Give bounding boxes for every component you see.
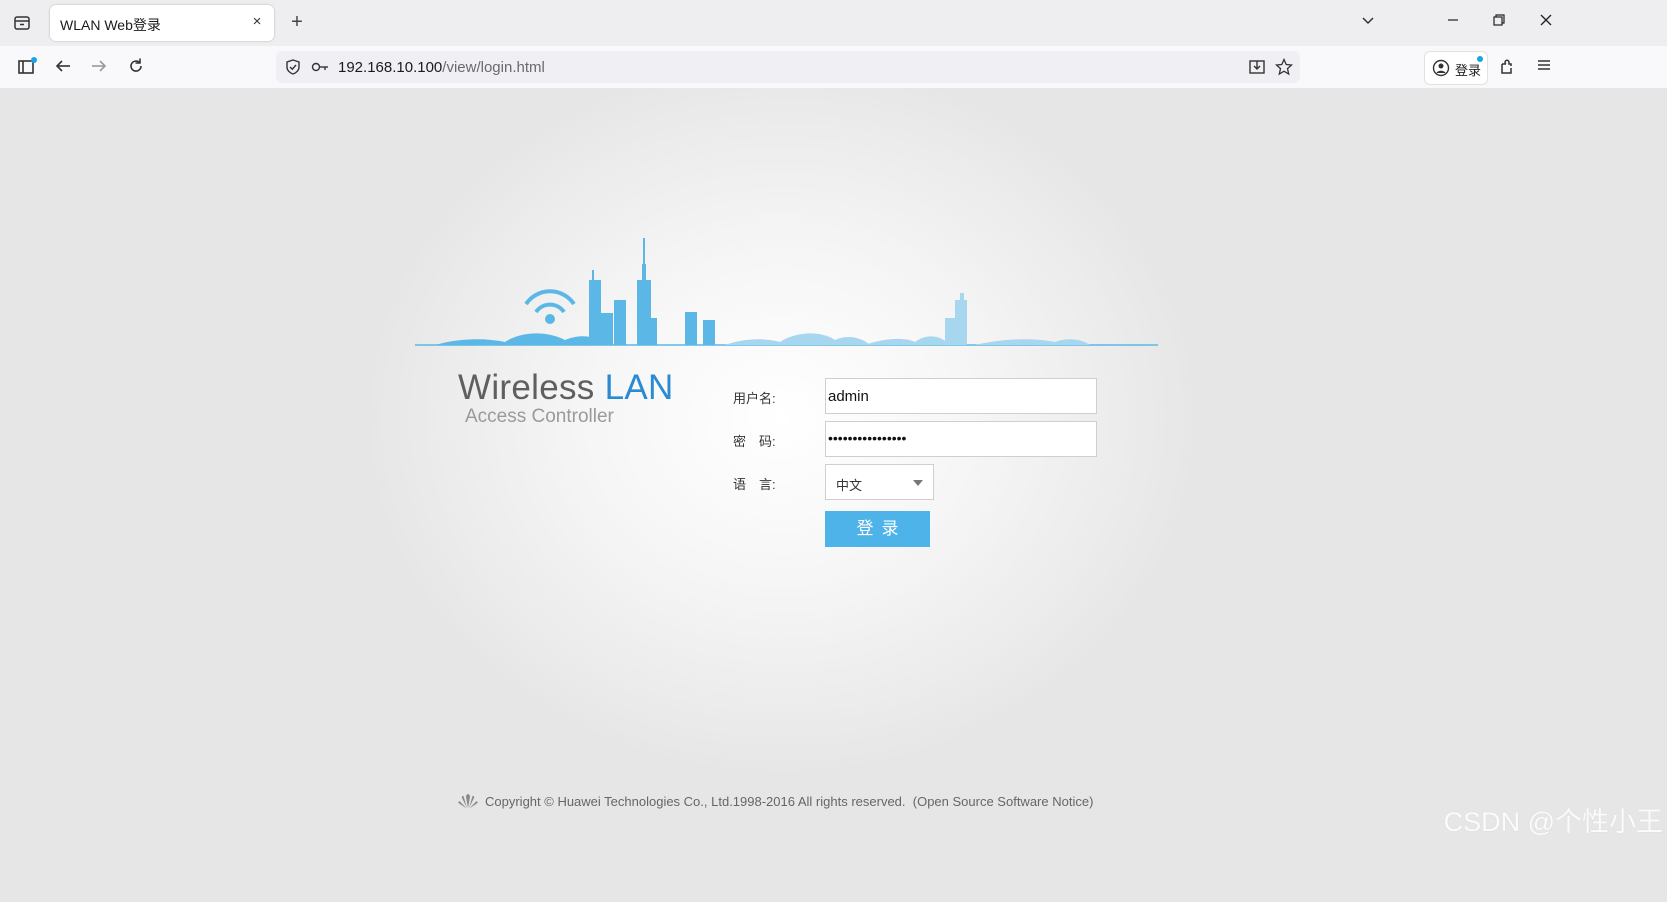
key-icon[interactable] <box>311 59 329 80</box>
address-bar[interactable]: 192.168.10.100/view/login.html <box>276 51 1300 83</box>
minimize-icon[interactable] <box>1442 12 1464 34</box>
copyright-text: Copyright © Huawei Technologies Co., Ltd… <box>485 794 906 809</box>
login-form: 用户名: admin 密 码: •••••••••••••••• 语 言: 中文… <box>733 376 1113 576</box>
brand-title-prefix: Wireless <box>458 368 605 407</box>
tab-list-icon[interactable] <box>12 13 32 33</box>
menu-hamburger-icon[interactable] <box>1533 56 1555 78</box>
footer: Copyright © Huawei Technologies Co., Ltd… <box>457 793 1157 809</box>
browser-nav-bar: 192.168.10.100/view/login.html 登录 <box>0 46 1667 88</box>
shield-icon[interactable] <box>284 58 302 81</box>
language-select[interactable]: 中文 <box>825 464 934 500</box>
download-page-icon[interactable] <box>1248 58 1266 81</box>
city-skyline-wifi-logo <box>415 238 1158 346</box>
brand-title: Wireless LAN <box>458 368 718 408</box>
account-login-label: 登录 <box>1455 63 1482 78</box>
forward-arrow-icon[interactable] <box>88 56 110 78</box>
active-tab[interactable]: WLAN Web登录 × <box>50 5 274 41</box>
back-arrow-icon[interactable] <box>52 56 74 78</box>
language-selected-value: 中文 <box>836 478 863 493</box>
brand-block: Wireless LAN Access Controller <box>458 368 718 428</box>
url-text[interactable]: 192.168.10.100/view/login.html <box>338 59 545 76</box>
password-label: 密 码: <box>733 434 776 449</box>
login-page: Wireless LAN Access Controller 用户名: admi… <box>2 88 1667 902</box>
extensions-icon[interactable] <box>1497 56 1519 78</box>
browser-tab-bar: WLAN Web登录 × + <box>0 0 1667 46</box>
account-icon <box>1432 59 1450 82</box>
new-tab-button[interactable]: + <box>287 12 307 32</box>
notification-dot <box>1477 56 1483 62</box>
brand-title-lan: LAN <box>604 368 674 407</box>
close-tab-icon[interactable]: × <box>248 13 266 31</box>
login-button[interactable]: 登录 <box>825 511 930 547</box>
language-label: 语 言: <box>733 477 776 492</box>
restore-icon[interactable] <box>1488 12 1510 34</box>
bookmark-star-icon[interactable] <box>1274 57 1294 81</box>
url-host: 192.168.10.100 <box>338 59 443 76</box>
open-source-notice-link[interactable]: (Open Source Software Notice) <box>913 794 1094 809</box>
huawei-logo-icon <box>457 793 479 809</box>
username-input[interactable]: admin <box>825 378 1097 414</box>
username-label: 用户名: <box>733 391 776 406</box>
watermark: CSDN @个性小王 <box>1443 807 1663 837</box>
password-input[interactable]: •••••••••••••••• <box>825 421 1097 457</box>
close-window-icon[interactable] <box>1535 12 1557 34</box>
account-login-button[interactable]: 登录 <box>1424 51 1488 85</box>
tab-title: WLAN Web登录 <box>60 17 161 33</box>
reload-icon[interactable] <box>125 56 147 78</box>
sidebar-toggle-icon[interactable] <box>16 56 38 78</box>
dropdown-arrow-icon <box>913 480 923 486</box>
url-path: /view/login.html <box>442 59 545 76</box>
tab-overflow-chevron-icon[interactable] <box>1357 12 1379 34</box>
brand-subtitle: Access Controller <box>465 406 614 427</box>
